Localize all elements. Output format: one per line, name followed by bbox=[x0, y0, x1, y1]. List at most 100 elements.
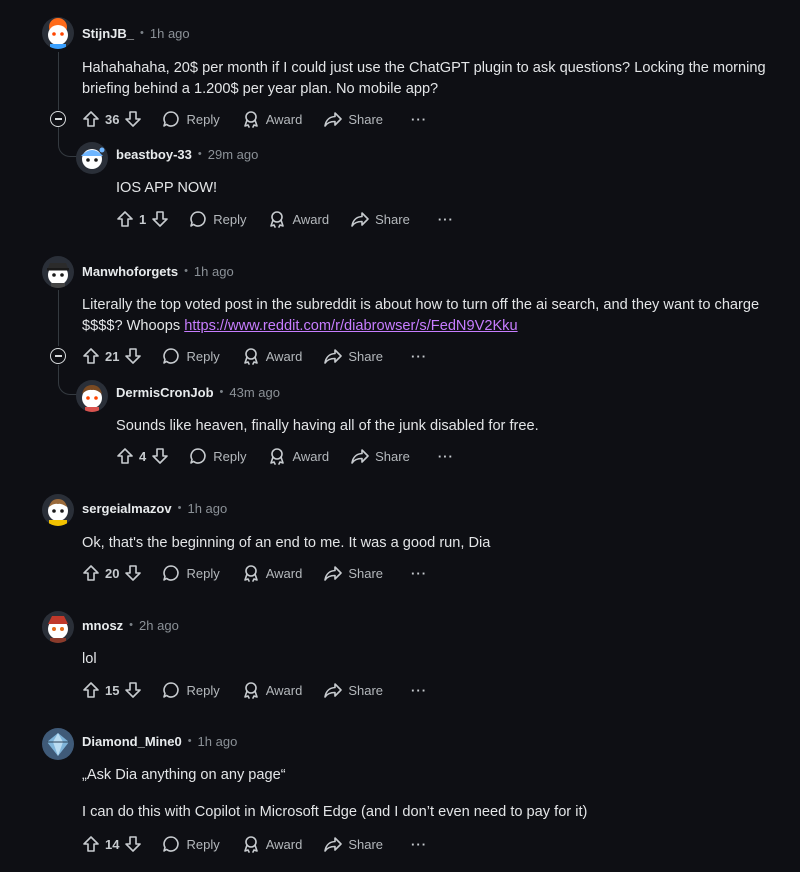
award-label: Award bbox=[265, 682, 303, 698]
upvote-button[interactable] bbox=[82, 835, 100, 853]
upvote-icon bbox=[83, 836, 99, 852]
avatar-yellow-shirt-icon bbox=[42, 494, 74, 526]
avatar-diamond-icon bbox=[42, 728, 74, 760]
upvote-button[interactable] bbox=[82, 564, 100, 582]
reply-label: Reply bbox=[186, 111, 220, 127]
reply-button[interactable]: Reply bbox=[162, 347, 220, 365]
separator-dot: • bbox=[219, 386, 224, 398]
award-label: Award bbox=[292, 211, 330, 227]
share-button[interactable]: Share bbox=[351, 210, 410, 228]
upvote-button[interactable] bbox=[82, 681, 100, 699]
award-label: Award bbox=[292, 448, 330, 464]
comment-timestamp[interactable]: 1h ago bbox=[187, 501, 227, 516]
comment-timestamp[interactable]: 1h ago bbox=[150, 26, 190, 41]
reply-button[interactable]: Reply bbox=[162, 681, 220, 699]
more-options-button[interactable]: ··· bbox=[411, 683, 427, 698]
award-button[interactable]: Award bbox=[242, 110, 302, 128]
comment-timestamp[interactable]: 2h ago bbox=[139, 618, 179, 633]
separator-dot: • bbox=[184, 265, 188, 277]
thread-line bbox=[58, 52, 59, 110]
more-options-button[interactable]: ··· bbox=[411, 349, 427, 364]
comment-body: „Ask Dia anything on any page“ I can do … bbox=[82, 765, 587, 823]
share-icon bbox=[351, 449, 369, 464]
comment-author[interactable]: Diamond_Mine0 bbox=[82, 734, 182, 749]
downvote-icon bbox=[152, 211, 169, 227]
award-button[interactable]: Award bbox=[268, 210, 329, 228]
comment-author[interactable]: StijnJB_ bbox=[82, 26, 134, 41]
downvote-button[interactable] bbox=[124, 835, 142, 853]
more-options-button[interactable]: ··· bbox=[411, 837, 427, 852]
comment-timestamp[interactable]: 29m ago bbox=[208, 147, 259, 162]
comment-body: Sounds like heaven, finally having all o… bbox=[116, 418, 539, 434]
more-options-button[interactable]: ··· bbox=[411, 112, 427, 127]
more-options-button[interactable]: ··· bbox=[438, 212, 454, 227]
comment-actions: 14 Reply Award Share ··· bbox=[82, 832, 427, 856]
comment-author[interactable]: DermisCronJob bbox=[116, 385, 214, 400]
award-icon bbox=[243, 565, 258, 582]
reply-button[interactable]: Reply bbox=[162, 564, 220, 582]
reply-bubble-icon bbox=[163, 682, 180, 698]
downvote-button[interactable] bbox=[124, 347, 142, 365]
share-button[interactable]: Share bbox=[324, 564, 383, 582]
user-avatar[interactable] bbox=[76, 380, 108, 412]
award-label: Award bbox=[265, 348, 303, 364]
comment-text-line: briefing behind a 1.200$ per year plan. … bbox=[82, 81, 439, 97]
comment-body: Hahahahaha, 20$ per month if I could jus… bbox=[82, 58, 766, 100]
share-label: Share bbox=[375, 448, 410, 464]
avatar-police-cap-icon bbox=[42, 256, 74, 288]
avatar-brown-hair-icon bbox=[76, 380, 108, 412]
user-avatar[interactable] bbox=[42, 256, 74, 288]
upvote-button[interactable] bbox=[82, 110, 100, 128]
reply-button[interactable]: Reply bbox=[162, 110, 220, 128]
downvote-button[interactable] bbox=[124, 681, 142, 699]
reply-button[interactable]: Reply bbox=[189, 210, 246, 228]
user-avatar[interactable] bbox=[42, 494, 74, 526]
reply-button[interactable]: Reply bbox=[162, 835, 220, 853]
share-button[interactable]: Share bbox=[324, 681, 383, 699]
more-options-button[interactable]: ··· bbox=[438, 449, 454, 464]
award-button[interactable]: Award bbox=[242, 681, 303, 699]
reply-label: Reply bbox=[186, 348, 220, 364]
collapse-thread-button[interactable] bbox=[50, 111, 66, 127]
upvote-button[interactable] bbox=[116, 447, 134, 465]
comment-timestamp[interactable]: 1h ago bbox=[198, 734, 238, 749]
more-options-button[interactable]: ··· bbox=[411, 566, 427, 581]
award-button[interactable]: Award bbox=[242, 564, 302, 582]
collapse-thread-button[interactable] bbox=[50, 348, 66, 364]
avatar-orange-hair-icon bbox=[42, 17, 74, 49]
user-avatar[interactable] bbox=[42, 611, 74, 643]
upvote-button[interactable] bbox=[116, 210, 134, 228]
comment-actions: 21 Reply Award Share ··· bbox=[82, 344, 427, 368]
comment-body: Ok, that's the beginning of an end to me… bbox=[82, 535, 491, 551]
downvote-button[interactable] bbox=[151, 210, 169, 228]
downvote-icon bbox=[125, 348, 142, 364]
vote-count: 15 bbox=[105, 682, 120, 698]
comment-author[interactable]: mnosz bbox=[82, 618, 123, 633]
user-avatar[interactable] bbox=[42, 17, 74, 49]
award-button[interactable]: Award bbox=[242, 347, 303, 365]
comment-author[interactable]: Manwhoforgets bbox=[82, 264, 178, 279]
user-avatar[interactable] bbox=[42, 728, 74, 760]
award-button[interactable]: Award bbox=[268, 447, 329, 465]
comment-author[interactable]: sergeialmazov bbox=[82, 501, 172, 516]
comment-link[interactable]: https://www.reddit.com/r/diabrowser/s/Fe… bbox=[184, 318, 517, 334]
reply-bubble-icon bbox=[190, 211, 206, 227]
comment-actions: 36 Reply Award Share ··· bbox=[82, 107, 427, 131]
downvote-button[interactable] bbox=[124, 564, 142, 582]
upvote-button[interactable] bbox=[82, 347, 100, 365]
comment-author[interactable]: beastboy-33 bbox=[116, 147, 192, 162]
award-button[interactable]: Award bbox=[242, 835, 302, 853]
avatar-red-hat-icon bbox=[42, 611, 74, 643]
downvote-button[interactable] bbox=[151, 447, 169, 465]
comment-actions: 15 Reply Award Share ··· bbox=[82, 678, 427, 702]
downvote-button[interactable] bbox=[124, 110, 142, 128]
thread-connector bbox=[58, 127, 78, 157]
share-button[interactable]: Share bbox=[351, 447, 410, 465]
share-button[interactable]: Share bbox=[324, 835, 383, 853]
user-avatar[interactable] bbox=[76, 142, 108, 174]
share-button[interactable]: Share bbox=[324, 347, 383, 365]
comment-timestamp[interactable]: 43m ago bbox=[229, 385, 280, 400]
share-button[interactable]: Share bbox=[324, 110, 383, 128]
comment-timestamp[interactable]: 1h ago bbox=[194, 264, 234, 279]
reply-button[interactable]: Reply bbox=[189, 447, 246, 465]
